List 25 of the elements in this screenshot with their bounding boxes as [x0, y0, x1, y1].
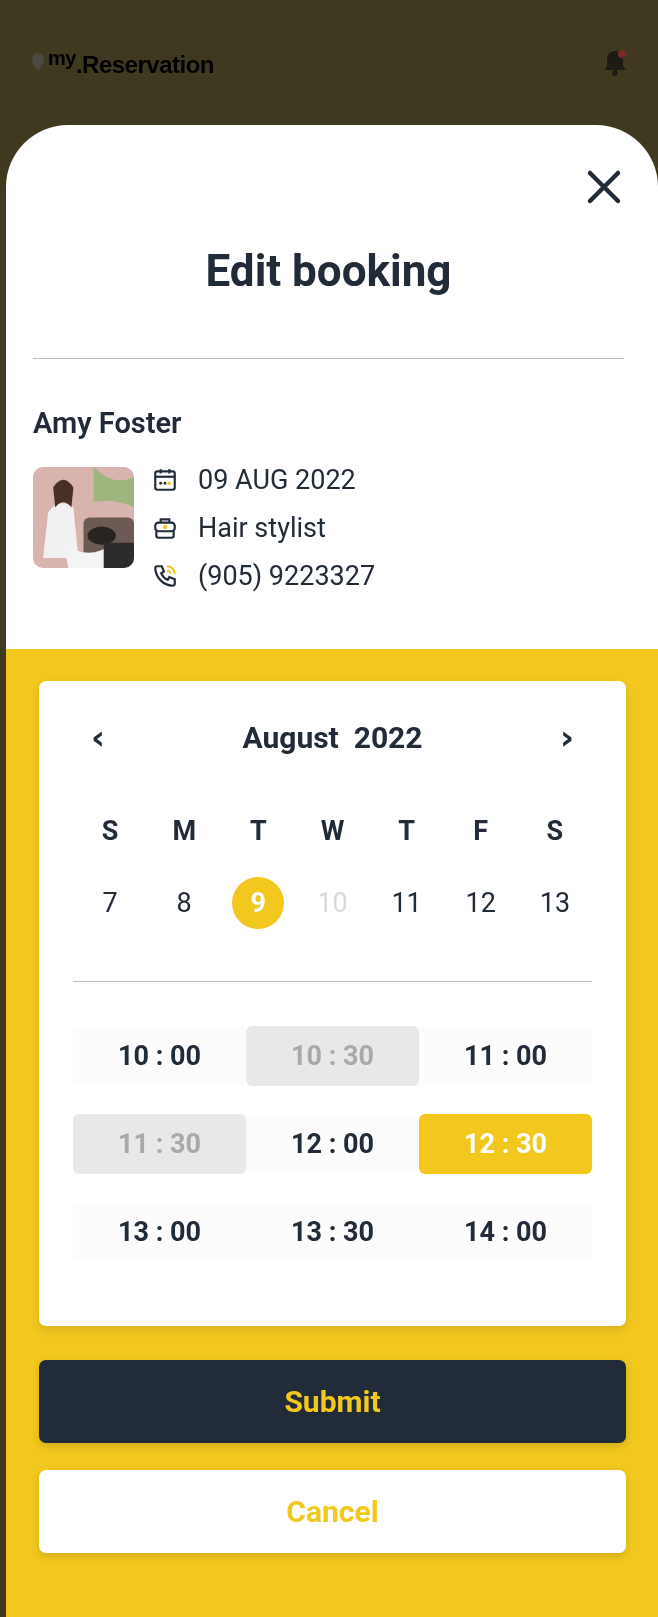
weekday-label: T: [250, 815, 267, 847]
previous-month-button[interactable]: ‹: [83, 717, 113, 757]
sheet-title: Edit booking: [204, 244, 453, 299]
calendar-day[interactable]: 13: [528, 877, 581, 929]
weekday-label: T: [398, 815, 415, 847]
calendar-day[interactable]: 7: [84, 877, 137, 929]
calendar-day[interactable]: 12: [454, 877, 507, 929]
weekday-label: S: [101, 815, 119, 847]
phone-icon: [152, 563, 178, 589]
weekday-label: S: [546, 815, 564, 847]
submit-button[interactable]: Submit: [39, 1360, 626, 1443]
phone-number: (905) 9223327: [198, 559, 376, 593]
calendar-icon: [152, 467, 178, 493]
customer-name: Amy Foster: [33, 405, 183, 441]
weekday-label: F: [473, 815, 489, 847]
service-name: Hair stylist: [198, 511, 326, 545]
app-logo: $^{my}$.Reservation: [48, 46, 214, 79]
briefcase-icon: [152, 515, 178, 541]
booking-date: 09 AUG 2022: [198, 463, 356, 497]
calendar-day[interactable]: 8: [158, 877, 211, 929]
weekday-label: M: [172, 815, 197, 847]
weekday-label: W: [320, 815, 345, 847]
next-month-button[interactable]: ›: [552, 717, 582, 757]
month-title: August 2022: [242, 719, 423, 755]
calendar-day[interactable]: 11: [380, 877, 433, 929]
